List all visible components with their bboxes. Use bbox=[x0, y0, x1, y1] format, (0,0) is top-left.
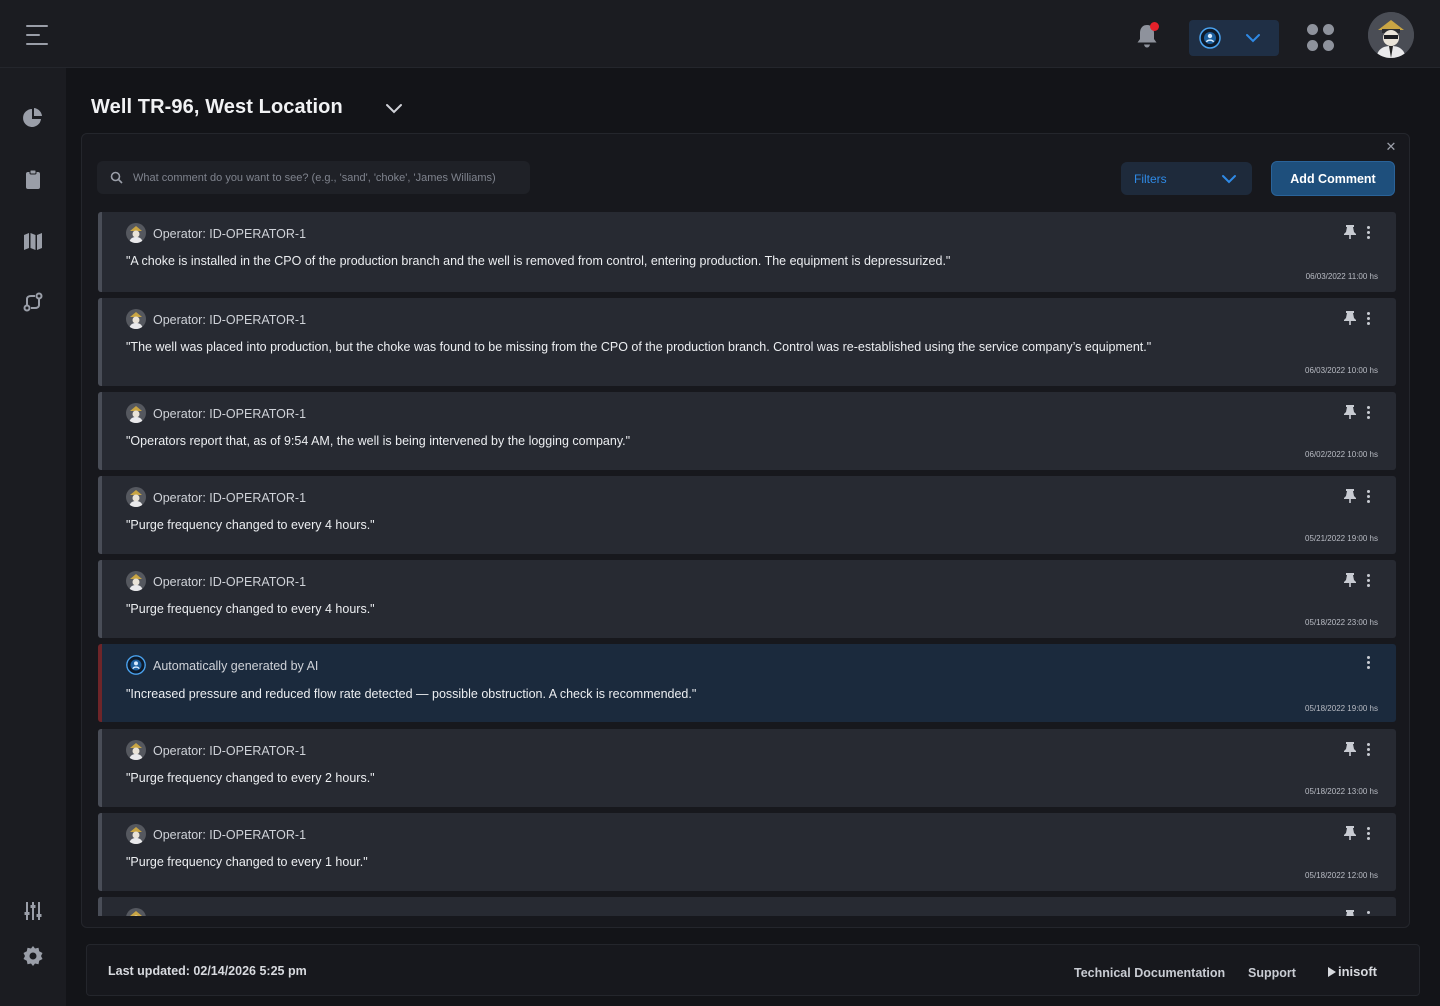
comment-card: Operator: ID-OPERATOR-1 "Purge frequency… bbox=[98, 813, 1396, 891]
apps-grid-icon[interactable] bbox=[1307, 24, 1335, 52]
comment-card: Operator: ID-OPERATOR-1 "Operators repor… bbox=[98, 392, 1396, 470]
comment-timestamp: 05/21/2022 19:00 hs bbox=[1305, 534, 1378, 543]
filters-label: Filters bbox=[1134, 172, 1167, 186]
ai-orb-icon bbox=[1199, 27, 1221, 49]
more-options-icon[interactable] bbox=[1366, 825, 1372, 841]
comment-timestamp: 06/02/2022 10:00 hs bbox=[1305, 450, 1378, 459]
comment-author: Operator: ID-OPERATOR-1 bbox=[153, 575, 307, 589]
comment-text: "Purge frequency changed to every 2 hour… bbox=[126, 771, 375, 785]
notification-badge bbox=[1150, 22, 1159, 31]
more-options-icon[interactable] bbox=[1366, 909, 1372, 916]
operator-avatar bbox=[126, 403, 146, 423]
footer: Last updated: 02/14/2026 5:25 pm Technic… bbox=[86, 944, 1420, 996]
menu-icon[interactable] bbox=[26, 24, 50, 48]
more-options-icon[interactable] bbox=[1366, 741, 1372, 757]
pin-icon[interactable] bbox=[1343, 741, 1357, 757]
pin-icon[interactable] bbox=[1343, 224, 1357, 240]
search-input[interactable] bbox=[133, 161, 523, 194]
comment-author: Operator: ID-OPERATOR-1 bbox=[153, 227, 307, 241]
operator-avatar bbox=[126, 824, 146, 844]
comment-card: Operator: ID-OPERATOR-1 "Purge frequency… bbox=[98, 560, 1396, 638]
operator-avatar bbox=[126, 309, 146, 329]
comment-card: Operator: ID-OPERATOR-1 "A choke is inst… bbox=[98, 212, 1396, 292]
last-updated: Last updated: 02/14/2026 5:25 pm bbox=[108, 964, 307, 978]
operator-avatar bbox=[126, 223, 146, 243]
comment-timestamp: 05/18/2022 19:00 hs bbox=[1305, 704, 1378, 713]
comments-list[interactable]: Operator: ID-OPERATOR-1 "A choke is inst… bbox=[98, 212, 1396, 916]
comment-timestamp: 06/03/2022 10:00 hs bbox=[1305, 366, 1378, 375]
comment-card: Operator: ID-OPERATOR-1 "Purge frequency… bbox=[98, 476, 1396, 554]
map-icon[interactable] bbox=[21, 229, 45, 253]
brand-logo[interactable]: inisoft bbox=[1328, 964, 1377, 979]
route-icon[interactable] bbox=[21, 290, 45, 314]
comment-card: Operator: ID-OPERATOR-1 "Purge frequency… bbox=[98, 729, 1396, 807]
comment-text: "A choke is installed in the CPO of the … bbox=[126, 254, 951, 268]
more-options-icon[interactable] bbox=[1366, 224, 1372, 240]
support-link[interactable]: Support bbox=[1248, 966, 1296, 980]
close-panel-button[interactable]: ✕ bbox=[1384, 140, 1398, 154]
operator-avatar bbox=[126, 908, 146, 916]
gear-icon[interactable] bbox=[21, 944, 45, 968]
more-options-icon[interactable] bbox=[1366, 488, 1372, 504]
chevron-down-icon bbox=[1222, 175, 1236, 184]
operator-avatar bbox=[126, 740, 146, 760]
user-avatar[interactable] bbox=[1368, 12, 1414, 58]
search-box bbox=[97, 161, 530, 194]
comment-text: "Purge frequency changed to every 4 hour… bbox=[126, 518, 375, 532]
comment-text: "Operators report that, as of 9:54 AM, t… bbox=[126, 434, 631, 448]
well-selector-chevron-icon[interactable] bbox=[384, 100, 404, 118]
comment-card-partial bbox=[98, 897, 1396, 916]
pin-icon[interactable] bbox=[1343, 404, 1357, 420]
comment-author: Automatically generated by AI bbox=[153, 659, 319, 673]
notification-bell-icon[interactable] bbox=[1134, 22, 1160, 50]
add-comment-button[interactable]: Add Comment bbox=[1271, 161, 1395, 196]
ai-comment-card: Automatically generated by AI "Increased… bbox=[98, 644, 1396, 722]
clipboard-icon[interactable] bbox=[21, 168, 45, 192]
pie-chart-icon[interactable] bbox=[21, 106, 45, 130]
operator-avatar bbox=[126, 571, 146, 591]
brand-name: inisoft bbox=[1338, 964, 1377, 979]
comment-timestamp: 05/18/2022 23:00 hs bbox=[1305, 618, 1378, 627]
comment-card: Operator: ID-OPERATOR-1 "The well was pl… bbox=[98, 298, 1396, 386]
sidebar bbox=[0, 68, 66, 1006]
chevron-down-icon bbox=[1246, 34, 1260, 43]
comment-text: "Purge frequency changed to every 1 hour… bbox=[126, 855, 368, 869]
page-title: Well TR-96, West Location bbox=[91, 96, 343, 118]
comment-text: "Purge frequency changed to every 4 hour… bbox=[126, 602, 375, 616]
comment-timestamp: 05/18/2022 12:00 hs bbox=[1305, 871, 1378, 880]
comment-author: Operator: ID-OPERATOR-1 bbox=[153, 491, 307, 505]
operator-avatar bbox=[126, 487, 146, 507]
pin-icon[interactable] bbox=[1343, 488, 1357, 504]
comment-text: "Increased pressure and reduced flow rat… bbox=[126, 687, 697, 701]
comment-timestamp: 06/03/2022 11:00 hs bbox=[1305, 272, 1378, 281]
more-options-icon[interactable] bbox=[1366, 654, 1372, 670]
pin-icon[interactable] bbox=[1343, 909, 1357, 916]
comment-author: Operator: ID-OPERATOR-1 bbox=[153, 313, 307, 327]
comment-timestamp: 05/18/2022 13:00 hs bbox=[1305, 787, 1378, 796]
search-icon bbox=[110, 171, 123, 184]
filters-dropdown[interactable]: Filters bbox=[1121, 162, 1252, 195]
pin-icon[interactable] bbox=[1343, 310, 1357, 326]
pin-icon[interactable] bbox=[1343, 825, 1357, 841]
more-options-icon[interactable] bbox=[1366, 572, 1372, 588]
top-bar bbox=[0, 0, 1440, 68]
comments-panel: ✕ Filters Add Comment Operator: ID-OPERA… bbox=[81, 133, 1410, 928]
ai-assistant-selector[interactable] bbox=[1189, 20, 1279, 56]
comment-author: Operator: ID-OPERATOR-1 bbox=[153, 828, 307, 842]
comment-text: "The well was placed into production, bu… bbox=[126, 340, 1152, 354]
sliders-icon[interactable] bbox=[21, 899, 45, 923]
technical-documentation-link[interactable]: Technical Documentation bbox=[1074, 966, 1225, 980]
more-options-icon[interactable] bbox=[1366, 310, 1372, 326]
play-triangle-icon bbox=[1328, 967, 1336, 977]
comment-author: Operator: ID-OPERATOR-1 bbox=[153, 407, 307, 421]
comment-author: Operator: ID-OPERATOR-1 bbox=[153, 744, 307, 758]
more-options-icon[interactable] bbox=[1366, 404, 1372, 420]
pin-icon[interactable] bbox=[1343, 572, 1357, 588]
ai-orb-icon bbox=[126, 655, 146, 675]
